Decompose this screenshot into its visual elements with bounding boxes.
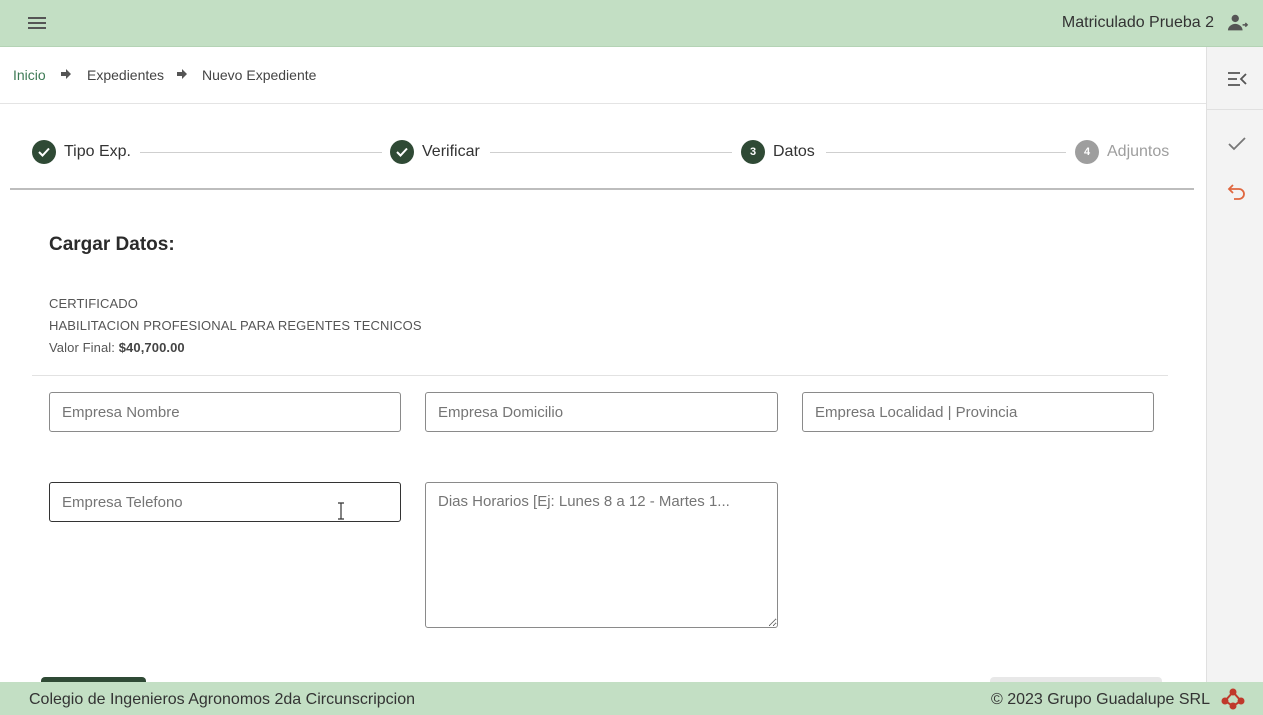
check-icon[interactable] bbox=[1226, 133, 1248, 155]
empresa-localidad-input[interactable] bbox=[802, 392, 1154, 432]
step-label: Tipo Exp. bbox=[64, 143, 131, 160]
empresa-domicilio-input[interactable] bbox=[425, 392, 778, 432]
step-connector bbox=[140, 152, 382, 153]
breadcrumb-expedientes[interactable]: Expedientes bbox=[87, 67, 164, 83]
empresa-nombre-input[interactable] bbox=[49, 392, 401, 432]
footer: Colegio de Ingenieros Agronomos 2da Circ… bbox=[0, 682, 1263, 715]
footer-institution: Colegio de Ingenieros Agronomos 2da Circ… bbox=[29, 691, 415, 708]
empresa-telefono-input[interactable] bbox=[49, 482, 401, 522]
collapse-panel-icon[interactable] bbox=[1226, 68, 1248, 90]
step-connector bbox=[490, 152, 732, 153]
step-tipo-exp[interactable]: Tipo Exp. bbox=[32, 140, 131, 164]
step-label: Datos bbox=[773, 143, 815, 160]
dias-horarios-textarea[interactable] bbox=[425, 482, 778, 628]
breadcrumb-nuevo-expediente: Nuevo Expediente bbox=[202, 67, 317, 83]
breadcrumb-inicio[interactable]: Inicio bbox=[13, 67, 46, 83]
step-adjuntos[interactable]: 4 Adjuntos bbox=[1075, 140, 1169, 164]
expediente-type: CERTIFICADO bbox=[49, 296, 138, 311]
valor-label: Valor Final: bbox=[49, 340, 115, 355]
stepper: Tipo Exp. Verificar 3 Datos 4 Adjuntos bbox=[10, 104, 1194, 190]
arrow-right-icon bbox=[61, 69, 71, 79]
right-action-bar bbox=[1206, 47, 1263, 682]
step-label: Verificar bbox=[422, 143, 480, 160]
user-name[interactable]: Matriculado Prueba 2 bbox=[1062, 14, 1214, 32]
divider bbox=[32, 375, 1168, 376]
top-app-bar: Matriculado Prueba 2 bbox=[0, 0, 1263, 47]
menu-icon[interactable] bbox=[26, 14, 48, 32]
expediente-description: HABILITACION PROFESIONAL PARA REGENTES T… bbox=[49, 318, 422, 333]
valor-final: Valor Final: $40,700.00 bbox=[49, 340, 185, 355]
undo-icon[interactable] bbox=[1226, 180, 1248, 202]
arrow-right-icon bbox=[177, 69, 187, 79]
check-icon bbox=[390, 140, 414, 164]
check-icon bbox=[32, 140, 56, 164]
text-cursor-icon bbox=[338, 502, 344, 520]
step-datos[interactable]: 3 Datos bbox=[741, 140, 815, 164]
breadcrumb: Inicio Expedientes Nuevo Expediente bbox=[0, 47, 1206, 104]
user-switch-icon[interactable] bbox=[1227, 12, 1249, 34]
step-verificar[interactable]: Verificar bbox=[390, 140, 480, 164]
step-label: Adjuntos bbox=[1107, 143, 1170, 160]
valor-amount: $40,700.00 bbox=[118, 340, 185, 355]
company-logo-icon bbox=[1221, 688, 1245, 710]
footer-copyright: © 2023 Grupo Guadalupe SRL bbox=[990, 691, 1210, 708]
step-number: 4 bbox=[1075, 140, 1099, 164]
step-number: 3 bbox=[741, 140, 765, 164]
form-title: Cargar Datos: bbox=[49, 234, 175, 255]
divider bbox=[1207, 109, 1263, 110]
step-connector bbox=[826, 152, 1066, 153]
